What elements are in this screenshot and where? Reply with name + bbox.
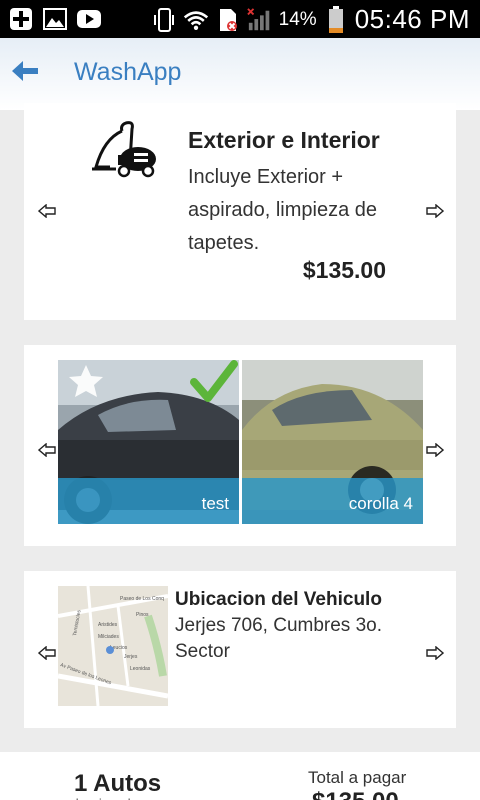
cars-card: test corolla 4 <box>24 345 456 546</box>
back-button[interactable] <box>10 58 46 90</box>
prev-location-button[interactable] <box>38 646 58 660</box>
car-tile[interactable]: corolla 4 <box>242 360 423 524</box>
right-arrow-icon <box>426 646 444 660</box>
service-description: Incluye Exterior + aspirado, limpieza de… <box>188 166 377 254</box>
vacuum-icon <box>90 117 160 179</box>
total-label: Total a pagar <box>308 768 407 787</box>
car-tile[interactable]: test <box>58 360 239 524</box>
sim-icon <box>215 7 241 33</box>
next-location-button[interactable] <box>426 646 446 660</box>
map-label: Paseo de Los Conq <box>120 596 164 602</box>
footer-summary: 1 Autos seleccionados Total a pagar $135… <box>0 752 480 800</box>
selected-autos-count: 1 Autos <box>74 770 162 797</box>
map-label: Leonidas <box>130 666 151 672</box>
prev-service-button[interactable] <box>38 204 58 218</box>
car-name: test <box>201 494 229 513</box>
battery-icon <box>323 5 349 33</box>
next-car-button[interactable] <box>426 443 446 457</box>
map-label: Aristides <box>98 622 118 628</box>
selected-check-icon <box>190 360 238 404</box>
star-icon <box>68 364 104 398</box>
location-title: Ubicacion del Vehiculo <box>175 589 382 610</box>
wifi-icon <box>183 7 209 33</box>
location-address: Jerjes 706, Cumbres 3o. Sector <box>175 615 382 662</box>
image-icon <box>42 6 68 32</box>
app-title: WashApp <box>74 58 182 86</box>
left-arrow-icon <box>38 646 56 660</box>
vibrate-icon <box>151 7 177 33</box>
map-label: Jerjes <box>124 654 138 660</box>
right-arrow-icon <box>426 443 444 457</box>
service-title: Exterior e Interior <box>188 127 380 153</box>
signal-icon <box>246 7 273 33</box>
service-price: $135.00 <box>302 257 386 283</box>
map-pin-icon <box>106 646 114 654</box>
youtube-icon <box>76 6 102 32</box>
next-service-button[interactable] <box>426 204 446 218</box>
back-arrow-icon <box>10 61 40 88</box>
selected-autos-label: seleccionados <box>62 796 144 800</box>
right-arrow-icon <box>426 204 444 218</box>
left-arrow-icon <box>38 443 56 457</box>
map-label: Milciades <box>98 634 119 640</box>
battery-percent: 14% <box>278 8 317 30</box>
app-bar: WashApp <box>0 38 480 110</box>
status-bar: 14% 05:46 PM <box>0 0 480 38</box>
add-icon <box>8 6 34 32</box>
car-name: corolla 4 <box>348 494 413 513</box>
location-card[interactable]: Paseo de Los Conq Pinos Aristides Milcia… <box>24 571 456 728</box>
service-card[interactable]: Exterior e Interior Incluye Exterior + a… <box>24 103 456 320</box>
clock: 05:46 PM <box>354 4 470 34</box>
map-label: Pinos <box>136 612 149 618</box>
left-arrow-icon <box>38 204 56 218</box>
map-thumbnail[interactable]: Paseo de Los Conq Pinos Aristides Milcia… <box>58 586 168 706</box>
total-value: $135.00 <box>312 788 399 800</box>
prev-car-button[interactable] <box>38 443 58 457</box>
